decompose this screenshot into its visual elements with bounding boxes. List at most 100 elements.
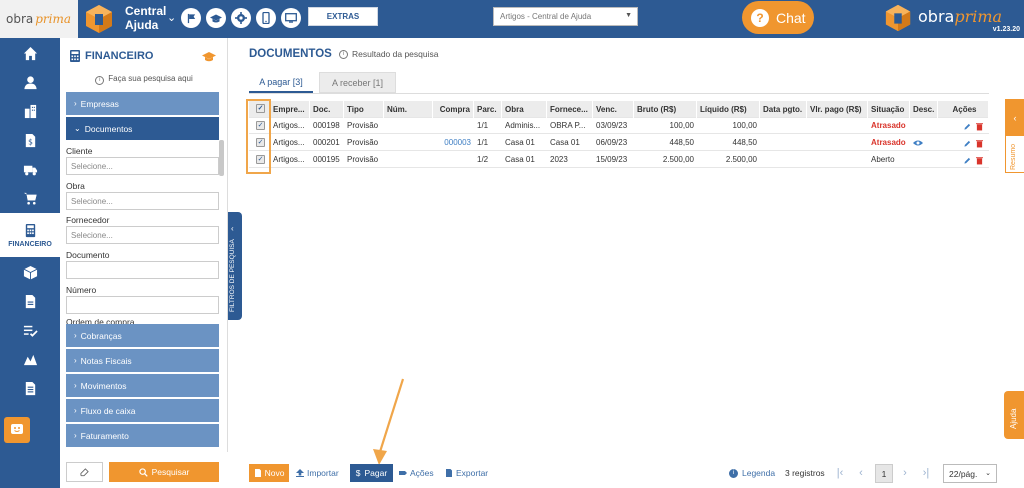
col-vlr-pago[interactable]: Vlr. pago (R$) — [807, 101, 868, 118]
monitor-icon[interactable] — [281, 8, 301, 28]
cell-compra[interactable] — [433, 118, 474, 134]
section-cobrancas[interactable]: › Cobranças — [66, 324, 219, 347]
chevron-right-icon: › — [74, 99, 77, 108]
obraprima-logo[interactable]: obra prima — [0, 0, 78, 38]
per-page-select[interactable]: 22/pág. ⌄ — [943, 464, 997, 483]
col-empresa[interactable]: Empre... — [270, 101, 310, 118]
edit-icon[interactable] — [964, 157, 971, 164]
table-row[interactable]: ✓ Artigos... 000201 Provisão 000003 1/1 … — [249, 135, 989, 151]
chevron-right-icon: › — [74, 331, 77, 340]
documento-input[interactable] — [66, 261, 219, 279]
extras-button[interactable]: EXTRAS — [308, 7, 378, 26]
trash-icon[interactable] — [976, 139, 983, 148]
checklist-icon[interactable] — [0, 316, 60, 344]
brand-text: obraprima — [918, 7, 1002, 26]
current-page[interactable]: 1 — [875, 464, 893, 483]
cell-compra[interactable] — [433, 152, 474, 168]
panel-title: FINANCEIRO — [70, 50, 153, 62]
col-venc[interactable]: Venc. — [593, 101, 634, 118]
col-num[interactable]: Núm. — [384, 101, 433, 118]
col-compra[interactable]: Compra — [433, 101, 474, 118]
col-doc[interactable]: Doc. — [310, 101, 344, 118]
cell-compra[interactable]: 000003 — [433, 135, 474, 151]
col-tipo[interactable]: Tipo — [344, 101, 384, 118]
home-icon[interactable] — [0, 39, 60, 67]
smile-icon[interactable] — [4, 417, 30, 443]
chart-icon[interactable] — [0, 345, 60, 373]
numero-input[interactable] — [66, 296, 219, 314]
chevron-right-icon: › — [74, 356, 77, 365]
page-subtitle-text: Resultado da pesquisa — [352, 49, 439, 59]
edit-icon[interactable] — [964, 140, 971, 147]
graduation-cap-icon[interactable] — [206, 8, 226, 28]
pagar-button[interactable]: $ Pagar — [350, 464, 393, 482]
trash-icon[interactable] — [976, 156, 983, 165]
user-icon[interactable] — [0, 68, 60, 96]
ordem-compra-label: Ordem de compra — [66, 317, 135, 324]
section-movimentos[interactable]: › Movimentos — [66, 374, 219, 397]
graduation-cap-icon[interactable] — [202, 51, 216, 63]
col-liquido[interactable]: Líquido (R$) — [697, 101, 760, 118]
edit-icon[interactable] — [964, 123, 971, 130]
eye-icon[interactable] — [913, 139, 923, 147]
truck-icon[interactable] — [0, 155, 60, 183]
calculator-icon — [25, 223, 35, 237]
last-page-icon[interactable]: ›| — [918, 464, 934, 482]
col-situacao[interactable]: Situação — [868, 101, 910, 118]
legenda-label: Legenda — [742, 468, 776, 478]
importar-button[interactable]: Importar — [296, 464, 339, 482]
chevron-down-icon[interactable]: ⌄ — [167, 11, 176, 24]
box-icon[interactable] — [0, 258, 60, 286]
building-icon[interactable] — [0, 97, 60, 125]
exportar-button[interactable]: Exportar — [445, 464, 488, 482]
cell-liquido: 448,50 — [732, 138, 757, 147]
clear-filters-button[interactable] — [66, 462, 103, 482]
col-obra[interactable]: Obra — [502, 101, 547, 118]
flag-icon[interactable] — [181, 8, 201, 28]
logo-prima-text: prima — [35, 12, 72, 26]
table-row[interactable]: ✓ Artigos... 000195 Provisão 1/2 Casa 01… — [249, 152, 989, 168]
search-button[interactable]: Pesquisar — [109, 462, 219, 482]
table-row[interactable]: ✓ Artigos... 000198 Provisão 1/1 Adminis… — [249, 118, 989, 134]
novo-button[interactable]: Novo — [249, 464, 289, 482]
ajuda-tab[interactable]: Ajuda — [1004, 391, 1024, 439]
section-fluxo-caixa[interactable]: › Fluxo de caixa — [66, 399, 219, 422]
section-cobrancas-label: Cobranças — [80, 330, 122, 341]
col-bruto[interactable]: Bruto (R$) — [634, 101, 697, 118]
tab-a-receber[interactable]: A receber [1] — [319, 72, 396, 93]
first-page-icon[interactable]: |‹ — [832, 464, 848, 482]
section-notas-fiscais[interactable]: › Notas Fiscais — [66, 349, 219, 372]
dollar-doc-icon[interactable]: $ — [0, 126, 60, 154]
financeiro-nav-item[interactable]: FINANCEIRO — [0, 213, 60, 257]
col-fornecedor[interactable]: Fornece... — [547, 101, 593, 118]
trash-icon[interactable] — [976, 122, 983, 131]
acoes-button[interactable]: Ações — [399, 464, 434, 482]
help-search-select[interactable]: Artigos - Central de Ajuda ▼ — [493, 7, 638, 26]
cliente-select[interactable]: Selecione... — [66, 157, 219, 175]
col-data-pgto[interactable]: Data pgto. — [760, 101, 807, 118]
documento-label: Documento — [66, 250, 110, 260]
file-icon[interactable] — [0, 374, 60, 402]
cell-situacao: Atrasado — [871, 121, 906, 130]
question-icon: ? — [751, 8, 769, 27]
section-empresas[interactable]: › Empresas — [66, 92, 219, 115]
tab-a-pagar[interactable]: A pagar [3] — [249, 72, 313, 93]
gear-icon[interactable] — [231, 8, 251, 28]
col-parc[interactable]: Parc. — [474, 101, 502, 118]
calculator-icon — [70, 50, 80, 62]
col-desc[interactable]: Desc. — [910, 101, 938, 118]
doc-icon[interactable] — [0, 287, 60, 315]
phone-icon[interactable] — [256, 8, 276, 28]
resumo-tab[interactable]: ‹ Resumo — [1005, 99, 1024, 173]
cart-icon[interactable] — [0, 184, 60, 212]
next-page-icon[interactable]: › — [897, 464, 913, 482]
prev-page-icon[interactable]: ‹ — [853, 464, 869, 482]
obra-select[interactable]: Selecione... — [66, 192, 219, 210]
panel-scrollbar[interactable] — [219, 140, 224, 176]
project-cube-icon[interactable] — [84, 4, 114, 34]
legenda-link[interactable]: i Legenda — [729, 464, 775, 482]
section-faturamento[interactable]: › Faturamento — [66, 424, 219, 447]
fornecedor-select[interactable]: Selecione... — [66, 226, 219, 244]
chat-button[interactable]: ? Chat — [742, 1, 814, 34]
section-documentos[interactable]: ⌄ Documentos — [66, 117, 219, 140]
